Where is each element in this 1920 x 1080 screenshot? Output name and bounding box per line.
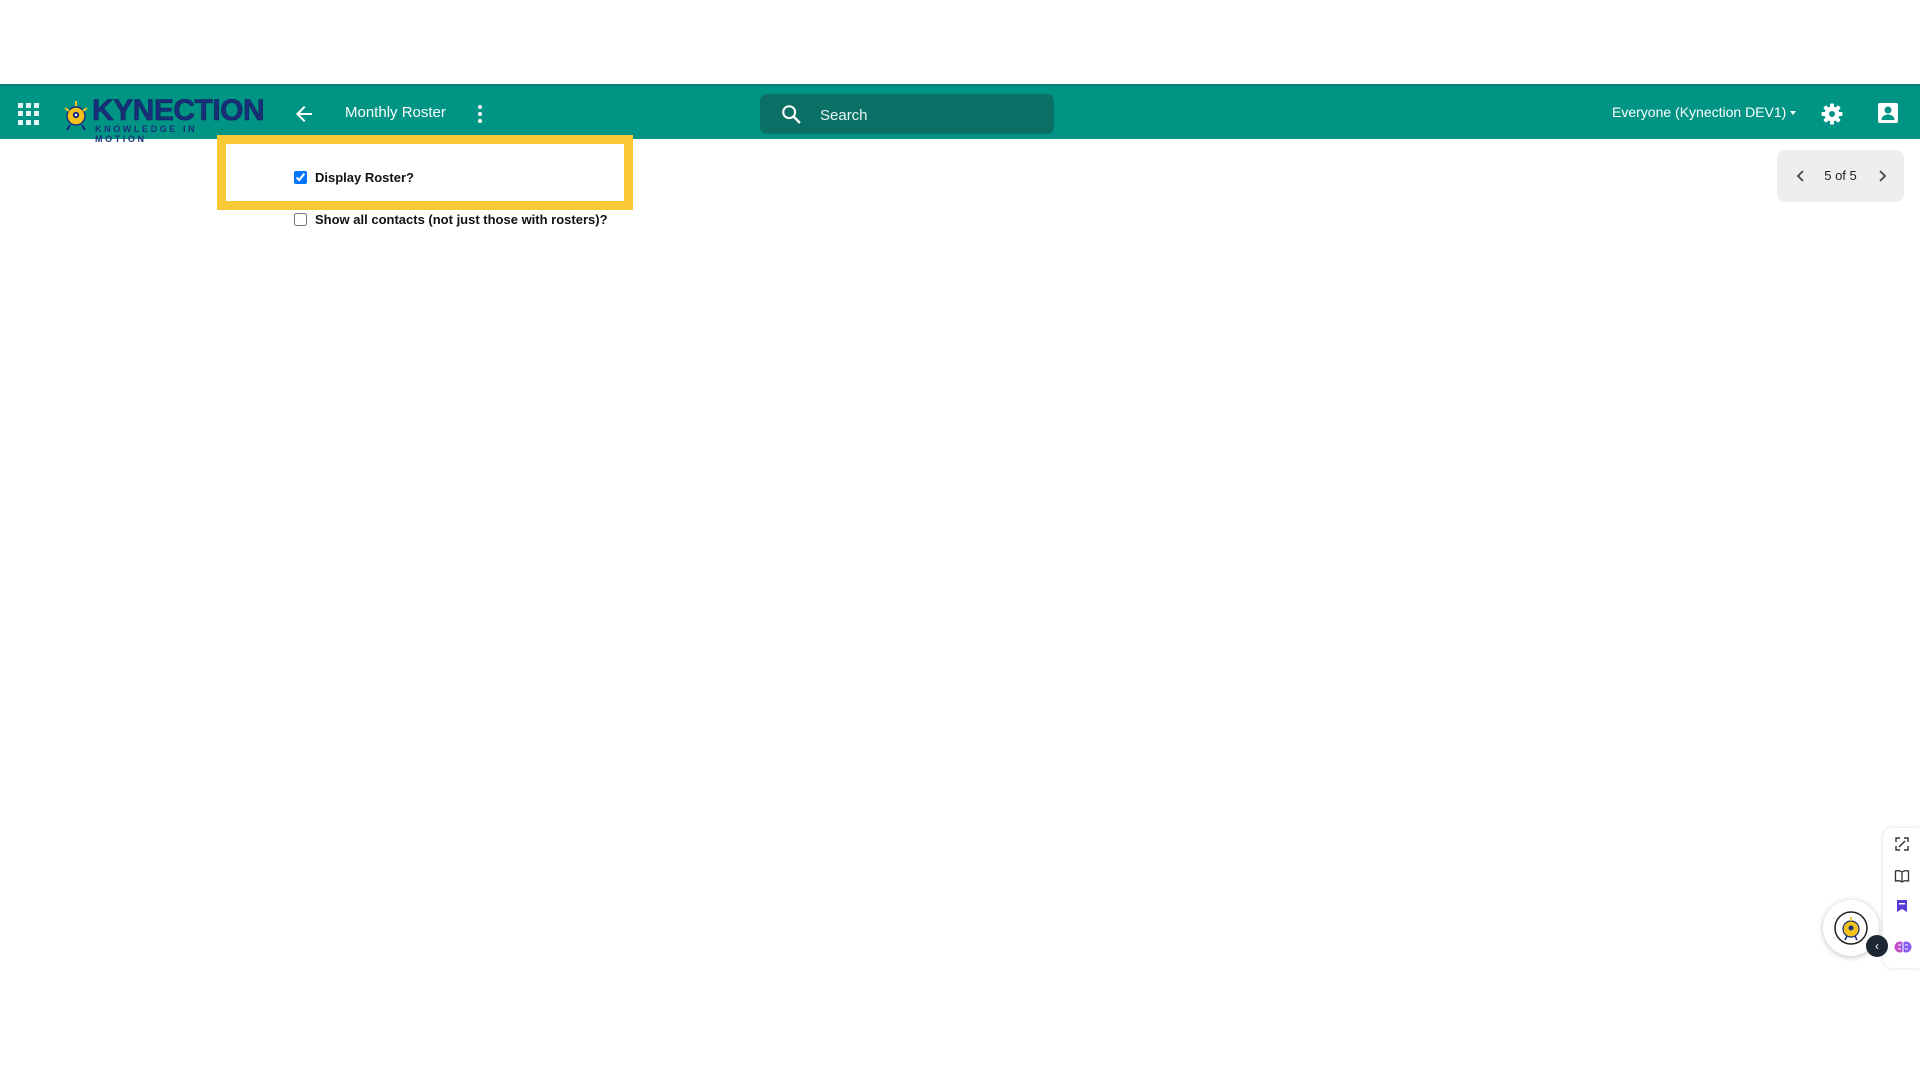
apps-grid-icon[interactable]	[18, 103, 40, 125]
arrow-left-icon[interactable]	[292, 102, 316, 126]
kynection-logo[interactable]: KYNECTION KNOWLEDGE IN MOTION	[62, 95, 265, 144]
display-roster-checkbox[interactable]	[294, 171, 307, 184]
collapse-arrow-icon[interactable]: ‹	[1866, 935, 1888, 957]
search-icon	[782, 105, 801, 124]
screenshot-icon[interactable]	[1894, 836, 1910, 852]
side-toolbar	[1883, 828, 1920, 968]
account-box-icon[interactable]	[1877, 102, 1899, 124]
page-title: Monthly Roster	[345, 104, 446, 121]
show-all-contacts-label: Show all contacts (not just those with r…	[315, 212, 608, 227]
brain-icon[interactable]	[1894, 938, 1912, 956]
search-input[interactable]	[818, 103, 1042, 127]
group-selector[interactable]: Everyone (Kynection DEV1)	[1612, 104, 1797, 120]
top-navigation-bar: KYNECTION KNOWLEDGE IN MOTION Monthly Ro…	[0, 84, 1920, 144]
display-roster-row[interactable]: Display Roster?	[294, 170, 414, 185]
chevron-right-icon[interactable]	[1874, 168, 1890, 184]
show-all-contacts-row[interactable]: Show all contacts (not just those with r…	[294, 212, 608, 227]
highlight-box	[217, 135, 633, 210]
logo-wordmark: KYNECTION	[92, 94, 265, 127]
logo-mark-icon	[64, 101, 88, 131]
bookmark-icon[interactable]	[1894, 898, 1910, 914]
book-icon[interactable]	[1894, 868, 1910, 884]
caret-down-icon	[1790, 111, 1797, 116]
record-pager: 5 of 5	[1777, 150, 1904, 202]
display-roster-label: Display Roster?	[315, 170, 414, 185]
show-all-contacts-checkbox[interactable]	[294, 213, 307, 226]
search-box[interactable]	[760, 94, 1054, 134]
gear-icon[interactable]	[1820, 102, 1844, 126]
group-selector-value: Everyone (Kynection DEV1)	[1612, 104, 1787, 120]
more-vertical-icon[interactable]	[470, 102, 490, 126]
